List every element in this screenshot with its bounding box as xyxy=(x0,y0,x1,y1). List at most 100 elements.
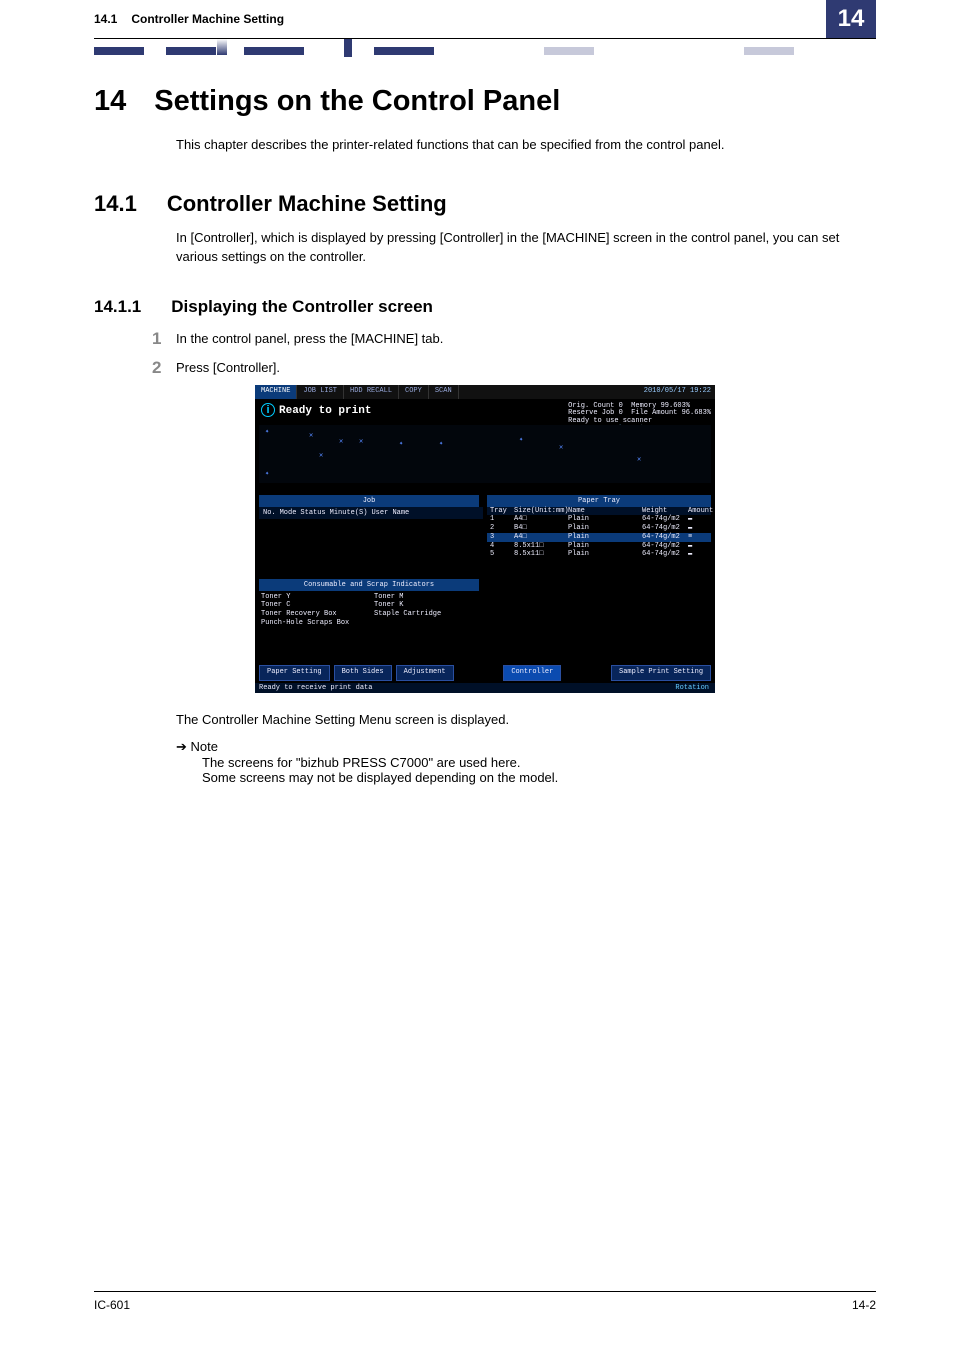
cell-name: Plain xyxy=(568,533,642,542)
col-amount: Amount xyxy=(688,507,706,516)
chapter-heading: 14 Settings on the Control Panel xyxy=(94,85,876,118)
cell-weight: 64-74g/m2 xyxy=(642,524,688,533)
col-weight: Weight xyxy=(642,507,688,516)
step-number: 1 xyxy=(152,329,161,349)
cell-name: Plain xyxy=(568,542,642,551)
adjustment-button[interactable]: Adjustment xyxy=(396,665,454,681)
cell-size: 8.5x11□ xyxy=(514,542,568,551)
timestamp: 2010/05/17 19:22 xyxy=(644,387,711,395)
footer-right: 14-2 xyxy=(852,1298,876,1312)
tab-scan[interactable]: SCAN xyxy=(429,385,459,399)
page-footer: IC-601 14-2 xyxy=(94,1291,876,1312)
both-sides-button[interactable]: Both Sides xyxy=(334,665,392,681)
tab-copy[interactable]: COPY xyxy=(399,385,429,399)
section-heading: 14.1 Controller Machine Setting xyxy=(94,191,876,217)
paper-setting-button[interactable]: Paper Setting xyxy=(259,665,330,681)
status-ready: Ready to print xyxy=(261,403,371,417)
amount-bar-icon: ▬ xyxy=(688,524,706,533)
col-size: Size(Unit:mm) xyxy=(514,507,568,516)
post-screenshot-text: The Controller Machine Setting Menu scre… xyxy=(176,711,876,730)
toner-k: Toner K xyxy=(374,601,481,610)
cell-tray: 3 xyxy=(487,533,514,542)
cell-size: B4□ xyxy=(514,524,568,533)
chapter-title: Settings on the Control Panel xyxy=(154,85,560,118)
tray-row[interactable]: 3 A4□ Plain 64-74g/m2 ≡ xyxy=(487,533,711,542)
consumable-header: Consumable and Scrap Indicators xyxy=(259,579,479,591)
cell-name: Plain xyxy=(568,515,642,524)
controller-button[interactable]: Controller xyxy=(503,665,561,681)
decorative-bar xyxy=(94,39,876,61)
toner-c: Toner C xyxy=(261,601,368,610)
col-status: Status xyxy=(300,507,325,519)
note-label: Note xyxy=(176,739,218,754)
section-paragraph: In [Controller], which is displayed by p… xyxy=(176,229,876,267)
machine-diagram: ✦ ✕ ✕ ✕ ✦ ✦ ✦ ✕ ✕ ✦ ✕ xyxy=(259,425,711,483)
amount-bar-icon: ▬ xyxy=(688,542,706,551)
amount-bar-icon: ▬ xyxy=(688,550,706,559)
tray-row[interactable]: 4 8.5x11□ Plain 64-74g/m2 ▬ xyxy=(487,542,711,551)
step-text: In the control panel, press the [MACHINE… xyxy=(176,331,443,346)
punch-scraps: Punch-Hole Scraps Box xyxy=(261,619,368,628)
cell-tray: 2 xyxy=(487,524,514,533)
subsection-title: Displaying the Controller screen xyxy=(171,297,433,317)
col-name: Name xyxy=(568,507,642,516)
staple: Staple Cartridge xyxy=(374,610,481,619)
chapter-badge: 14 xyxy=(826,0,876,38)
cell-weight: 64-74g/m2 xyxy=(642,542,688,551)
tray-row[interactable]: 5 8.5x11□ Plain 64-74g/m2 ▬ xyxy=(487,550,711,559)
col-min: Minute(S) xyxy=(330,507,368,519)
tray-row[interactable]: 2 B4□ Plain 64-74g/m2 ▬ xyxy=(487,524,711,533)
step-2: 2 Press [Controller]. xyxy=(176,360,876,375)
cell-tray: 4 xyxy=(487,542,514,551)
sample-print-button[interactable]: Sample Print Setting xyxy=(611,665,711,681)
amount-bar-icon: ≡ xyxy=(688,533,706,542)
header-section-number: 14.1 xyxy=(94,12,117,26)
toner-recovery: Toner Recovery Box xyxy=(261,610,368,619)
page-header: 14.1 Controller Machine Setting 14 xyxy=(94,0,876,39)
chapter-intro: This chapter describes the printer-relat… xyxy=(176,136,876,155)
cell-size: A4□ xyxy=(514,515,568,524)
cell-size: A4□ xyxy=(514,533,568,542)
note-line-1: The screens for "bizhub PRESS C7000" are… xyxy=(202,755,876,770)
tab-machine[interactable]: MACHINE xyxy=(255,385,297,399)
tray-header: Paper Tray xyxy=(487,495,711,507)
cell-weight: 64-74g/m2 xyxy=(642,533,688,542)
section-title: Controller Machine Setting xyxy=(167,191,447,217)
cell-weight: 64-74g/m2 xyxy=(642,515,688,524)
header-section-title: Controller Machine Setting xyxy=(131,12,284,26)
tray-table: Tray Size(Unit:mm) Name Weight Amount 1 … xyxy=(487,507,711,560)
col-user: User Name xyxy=(371,507,409,519)
cell-name: Plain xyxy=(568,524,642,533)
cell-tray: 1 xyxy=(487,515,514,524)
job-columns: No. Mode Status Minute(S) User Name xyxy=(259,507,483,519)
toner-m: Toner M xyxy=(374,593,481,602)
step-number: 2 xyxy=(152,358,161,378)
note-block: Note The screens for "bizhub PRESS C7000… xyxy=(176,739,876,785)
footer-left: IC-601 xyxy=(94,1298,130,1312)
footer-rotation[interactable]: Rotation xyxy=(675,683,715,693)
cell-tray: 5 xyxy=(487,550,514,559)
amount-bar-icon: ▬ xyxy=(688,515,706,524)
chapter-number: 14 xyxy=(94,85,126,118)
note-line-2: Some screens may not be displayed depend… xyxy=(202,770,876,785)
tab-joblist[interactable]: JOB LIST xyxy=(297,385,344,399)
file-amount-value: 96.683% xyxy=(682,409,711,417)
consumable-list: Toner Y Toner M Toner C Toner K Toner Re… xyxy=(261,593,481,628)
bottom-buttons: Paper Setting Both Sides Adjustment Cont… xyxy=(259,665,711,681)
col-tray: Tray xyxy=(487,507,514,516)
step-1: 1 In the control panel, press the [MACHI… xyxy=(176,331,876,346)
control-panel-screenshot: MACHINE JOB LIST HDD RECALL COPY SCAN 20… xyxy=(255,385,715,693)
toner-y: Toner Y xyxy=(261,593,368,602)
section-number: 14.1 xyxy=(94,191,137,217)
col-no: No. xyxy=(263,507,276,519)
footer-ready: Ready to receive print data xyxy=(259,684,372,692)
step-text: Press [Controller]. xyxy=(176,360,280,375)
job-header: Job xyxy=(259,495,479,507)
col-mode: Mode xyxy=(280,507,297,519)
cell-weight: 64-74g/m2 xyxy=(642,550,688,559)
tab-hddrecall[interactable]: HDD RECALL xyxy=(344,385,399,399)
subsection-heading: 14.1.1 Displaying the Controller screen xyxy=(94,297,876,317)
cell-size: 8.5x11□ xyxy=(514,550,568,559)
tray-row[interactable]: 1 A4□ Plain 64-74g/m2 ▬ xyxy=(487,515,711,524)
cell-name: Plain xyxy=(568,550,642,559)
